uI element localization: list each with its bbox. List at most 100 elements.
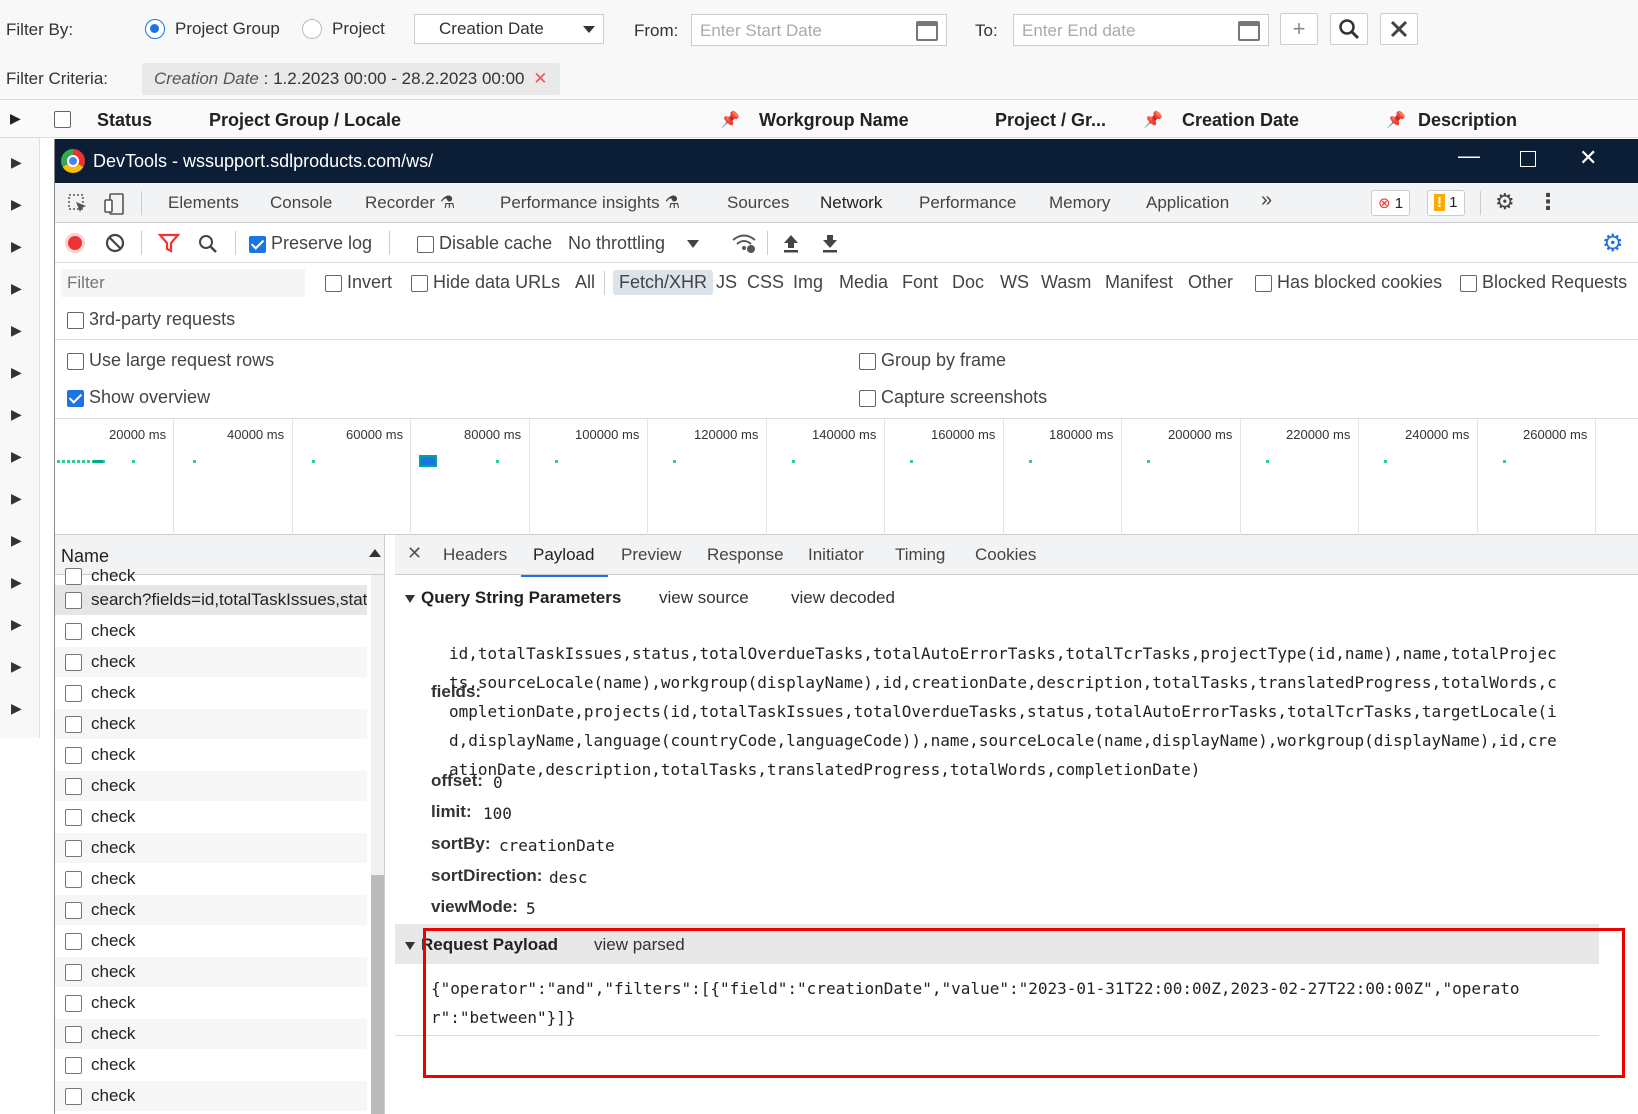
row-expand-icon[interactable]: ▶ xyxy=(11,280,22,297)
type-media[interactable]: Media xyxy=(839,272,888,293)
error-badge[interactable]: ⊗ 1 xyxy=(1371,190,1411,216)
row-expand-icon[interactable]: ▶ xyxy=(11,448,22,465)
search-button[interactable] xyxy=(1330,13,1368,45)
type-ws[interactable]: WS xyxy=(1000,272,1029,293)
pin-icon[interactable]: 📌 xyxy=(1143,110,1163,130)
start-date-input[interactable]: Enter Start Date xyxy=(691,14,947,46)
col-description[interactable]: Description xyxy=(1418,110,1517,131)
type-img[interactable]: Img xyxy=(793,272,823,293)
row-expand-icon[interactable]: ▶ xyxy=(11,616,22,633)
query-string-section[interactable]: Query String Parameters xyxy=(405,588,621,608)
row-expand-icon[interactable]: ▶ xyxy=(11,700,22,717)
request-row[interactable]: check xyxy=(55,771,367,801)
disable-cache-checkbox[interactable]: Disable cache xyxy=(417,233,552,254)
row-checkbox[interactable] xyxy=(65,623,82,640)
row-checkbox[interactable] xyxy=(65,1026,82,1043)
tab-performance[interactable]: Performance xyxy=(919,193,1016,213)
warning-badge[interactable]: ! 1 xyxy=(1427,190,1465,216)
group-by-frame-box[interactable] xyxy=(859,352,876,370)
calendar-icon[interactable] xyxy=(1238,21,1260,41)
settings-gear-icon[interactable]: ⚙ xyxy=(1495,189,1515,215)
row-checkbox[interactable] xyxy=(65,568,82,585)
row-expand-icon[interactable]: ▶ xyxy=(11,406,22,423)
capture-screenshots-checkbox[interactable]: Capture screenshots xyxy=(859,387,1047,408)
import-har-icon[interactable] xyxy=(781,232,801,254)
request-row[interactable]: check xyxy=(55,802,367,832)
view-parsed-link[interactable]: view parsed xyxy=(594,935,685,955)
view-decoded-link[interactable]: view decoded xyxy=(791,588,895,608)
throttling-select[interactable]: No throttling xyxy=(568,233,700,254)
add-filter-button[interactable]: + xyxy=(1280,13,1318,45)
type-all[interactable]: All xyxy=(575,272,595,293)
tab-recorder[interactable]: Recorder ⚗ xyxy=(365,193,455,213)
scrollbar-thumb[interactable] xyxy=(371,875,384,1114)
row-expand-icon[interactable]: ▶ xyxy=(11,658,22,675)
tab-payload[interactable]: Payload xyxy=(520,545,609,577)
tab-headers[interactable]: Headers xyxy=(443,545,507,565)
type-other[interactable]: Other xyxy=(1188,272,1233,293)
row-expand-icon[interactable]: ▶ xyxy=(11,532,22,549)
device-toolbar-icon[interactable] xyxy=(103,192,125,216)
calendar-icon[interactable] xyxy=(916,21,938,41)
filter-input[interactable] xyxy=(61,269,305,297)
large-rows-checkbox[interactable]: Use large request rows xyxy=(67,350,274,371)
disable-cache-box[interactable] xyxy=(417,235,434,253)
blocked-requests-box[interactable] xyxy=(1460,274,1477,292)
request-row[interactable]: check xyxy=(55,988,367,1018)
third-party-box[interactable] xyxy=(67,311,84,329)
tab-memory[interactable]: Memory xyxy=(1049,193,1110,213)
request-row[interactable]: check xyxy=(55,1019,367,1049)
radio-project[interactable] xyxy=(302,19,322,39)
row-checkbox[interactable] xyxy=(65,592,82,609)
preserve-log-box[interactable] xyxy=(249,235,266,253)
tab-network[interactable]: Network xyxy=(803,193,899,225)
clear-icon[interactable] xyxy=(105,233,125,253)
tab-timing[interactable]: Timing xyxy=(895,545,945,565)
row-expand-icon[interactable]: ▶ xyxy=(11,364,22,381)
col-project-group[interactable]: Project Group / Locale xyxy=(209,110,401,131)
large-rows-box[interactable] xyxy=(67,352,84,370)
show-overview-box[interactable] xyxy=(67,389,84,407)
row-checkbox[interactable] xyxy=(65,778,82,795)
row-checkbox[interactable] xyxy=(65,1088,82,1105)
row-checkbox[interactable] xyxy=(65,902,82,919)
type-manifest[interactable]: Manifest xyxy=(1105,272,1173,293)
invert-checkbox[interactable]: Invert xyxy=(325,272,392,293)
expand-all-icon[interactable]: ▶ xyxy=(10,110,21,127)
network-overview-timeline[interactable]: 20000 ms 40000 ms 60000 ms 80000 ms 1000… xyxy=(55,419,1638,535)
radio-project-group[interactable] xyxy=(145,19,165,39)
network-settings-gear-icon[interactable]: ⚙ xyxy=(1602,229,1624,258)
request-row[interactable]: check xyxy=(55,864,367,894)
row-expand-icon[interactable]: ▶ xyxy=(11,238,22,255)
request-row[interactable]: check xyxy=(55,1081,367,1111)
select-all-checkbox[interactable] xyxy=(54,111,71,128)
request-payload-section[interactable]: Request Payload xyxy=(405,935,558,955)
request-row[interactable]: check xyxy=(55,709,367,739)
col-workgroup[interactable]: Workgroup Name xyxy=(759,110,909,131)
capture-screenshots-box[interactable] xyxy=(859,389,876,407)
inspect-element-icon[interactable] xyxy=(67,193,89,215)
group-by-frame-checkbox[interactable]: Group by frame xyxy=(859,350,1006,371)
remove-chip-icon[interactable]: ✕ xyxy=(533,69,547,88)
hide-data-urls-box[interactable] xyxy=(411,274,428,292)
pin-icon[interactable]: 📌 xyxy=(1386,110,1406,130)
row-checkbox[interactable] xyxy=(65,716,82,733)
tab-cookies[interactable]: Cookies xyxy=(975,545,1036,565)
request-row[interactable]: check xyxy=(55,926,367,956)
tab-performance-insights[interactable]: Performance insights ⚗ xyxy=(500,193,680,213)
row-expand-icon[interactable]: ▶ xyxy=(11,322,22,339)
clear-filter-button[interactable] xyxy=(1380,13,1418,45)
request-row[interactable]: check xyxy=(55,678,367,708)
record-icon[interactable] xyxy=(65,233,85,253)
request-row[interactable]: check xyxy=(55,1050,367,1080)
tab-response[interactable]: Response xyxy=(707,545,784,565)
view-source-link[interactable]: view source xyxy=(659,588,749,608)
show-overview-checkbox[interactable]: Show overview xyxy=(67,387,210,408)
type-js[interactable]: JS xyxy=(716,272,737,293)
row-checkbox[interactable] xyxy=(65,809,82,826)
request-row[interactable]: check xyxy=(55,957,367,987)
blocked-requests-checkbox[interactable]: Blocked Requests xyxy=(1460,272,1627,293)
tab-initiator[interactable]: Initiator xyxy=(808,545,864,565)
search-icon[interactable] xyxy=(197,233,219,255)
more-options-icon[interactable]: ⋮ xyxy=(1537,189,1559,215)
